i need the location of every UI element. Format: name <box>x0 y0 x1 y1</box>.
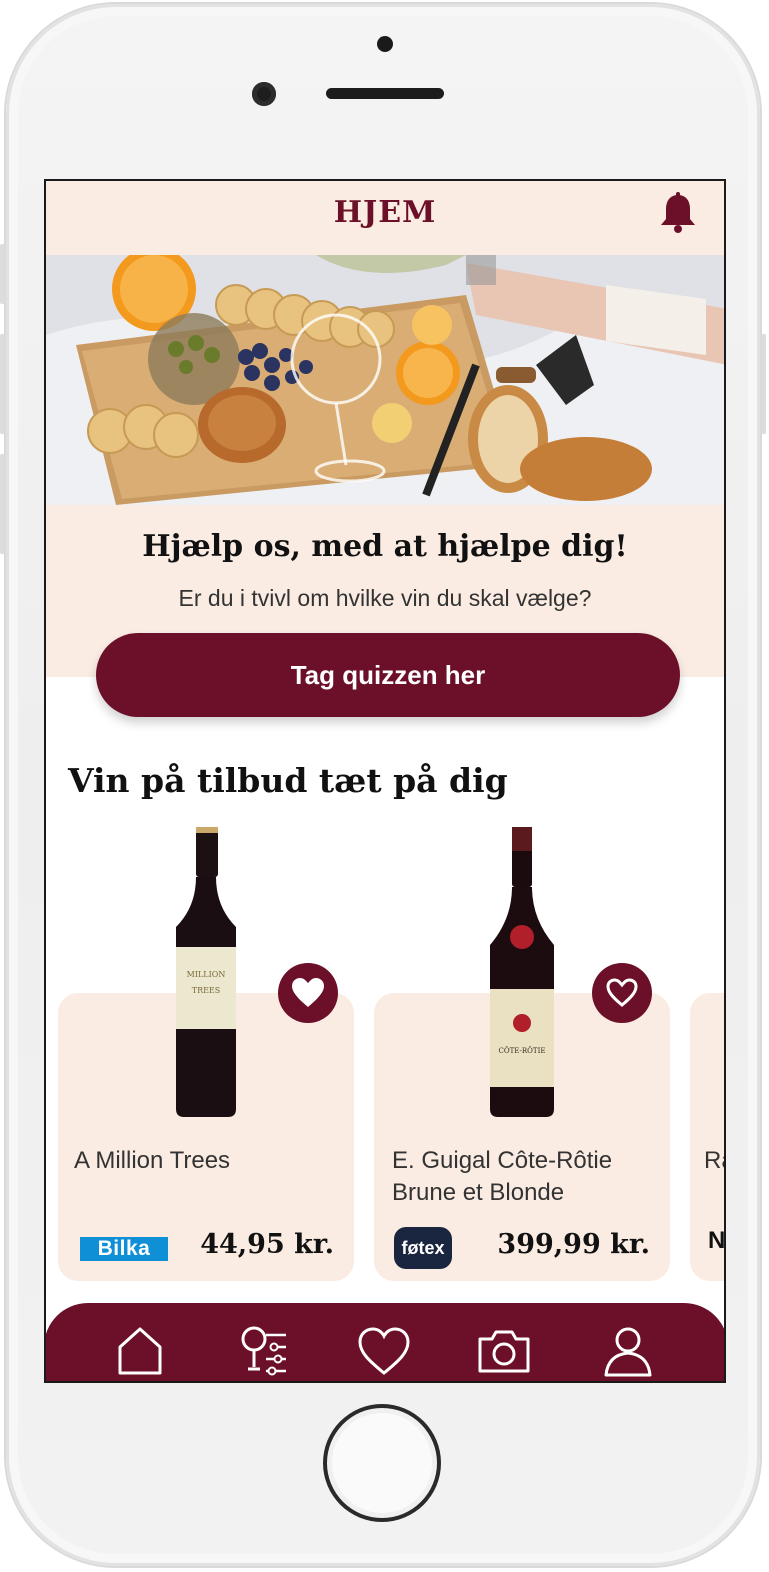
volume-down-button <box>0 454 5 554</box>
take-quiz-button[interactable]: Tag quizzen her <box>96 633 680 717</box>
power-button <box>761 334 766 434</box>
favorite-button[interactable] <box>592 963 652 1023</box>
wine-price: 44,95 kr. <box>200 1229 334 1260</box>
wine-name: E. Guigal Côte-Rôtie Brune et Blonde <box>392 1147 613 1206</box>
store-logo-fotex: føtex <box>394 1227 452 1269</box>
favorite-button[interactable] <box>278 963 338 1023</box>
mute-switch <box>0 244 5 304</box>
proximity-sensor <box>377 36 393 52</box>
camera-icon[interactable] <box>476 1323 532 1379</box>
home-icon[interactable] <box>112 1323 168 1379</box>
svg-text:TREES: TREES <box>192 986 221 995</box>
front-camera <box>252 82 276 106</box>
page-title: HJEM <box>333 195 437 230</box>
heart-icon <box>292 978 324 1007</box>
wine-card[interactable]: Ra N <box>690 993 726 1281</box>
store-logo: N <box>708 1227 726 1254</box>
wine-filter-icon[interactable] <box>234 1323 290 1379</box>
earpiece-speaker <box>326 88 444 99</box>
offers-heading: Vin på tilbud tæt på dig <box>68 761 508 800</box>
svg-text:CÔTE-RÔTIE: CÔTE-RÔTIE <box>499 1046 546 1055</box>
home-button[interactable] <box>323 1404 441 1522</box>
svg-text:MILLION: MILLION <box>187 970 226 979</box>
favorites-nav-icon[interactable] <box>356 1323 412 1379</box>
profile-icon[interactable] <box>600 1323 656 1379</box>
wine-name: Ra <box>704 1147 724 1174</box>
wine-name: A Million Trees <box>74 1147 231 1174</box>
bottom-nav <box>46 1303 724 1381</box>
app-screen: HJEM Hjælp os, med at hjælpe dig! Er du … <box>44 179 726 1383</box>
volume-up-button <box>0 334 5 434</box>
promo-heading: Hjælp os, med at hjælpe dig! <box>142 529 628 564</box>
heart-outline-icon <box>606 978 638 1007</box>
bell-icon[interactable] <box>656 191 700 235</box>
top-bar: HJEM <box>46 181 724 255</box>
wine-price: 399,99 kr. <box>497 1229 650 1260</box>
wine-bottle-image: CÔTE-RÔTIE <box>490 827 554 1117</box>
hero-image-picnic <box>46 255 724 505</box>
wine-bottle-image: MILLION TREES <box>176 827 236 1117</box>
promo-subheading: Er du i tvivl om hvilke vin du skal vælg… <box>178 585 592 611</box>
store-logo-bilka: Bilka <box>80 1237 168 1261</box>
